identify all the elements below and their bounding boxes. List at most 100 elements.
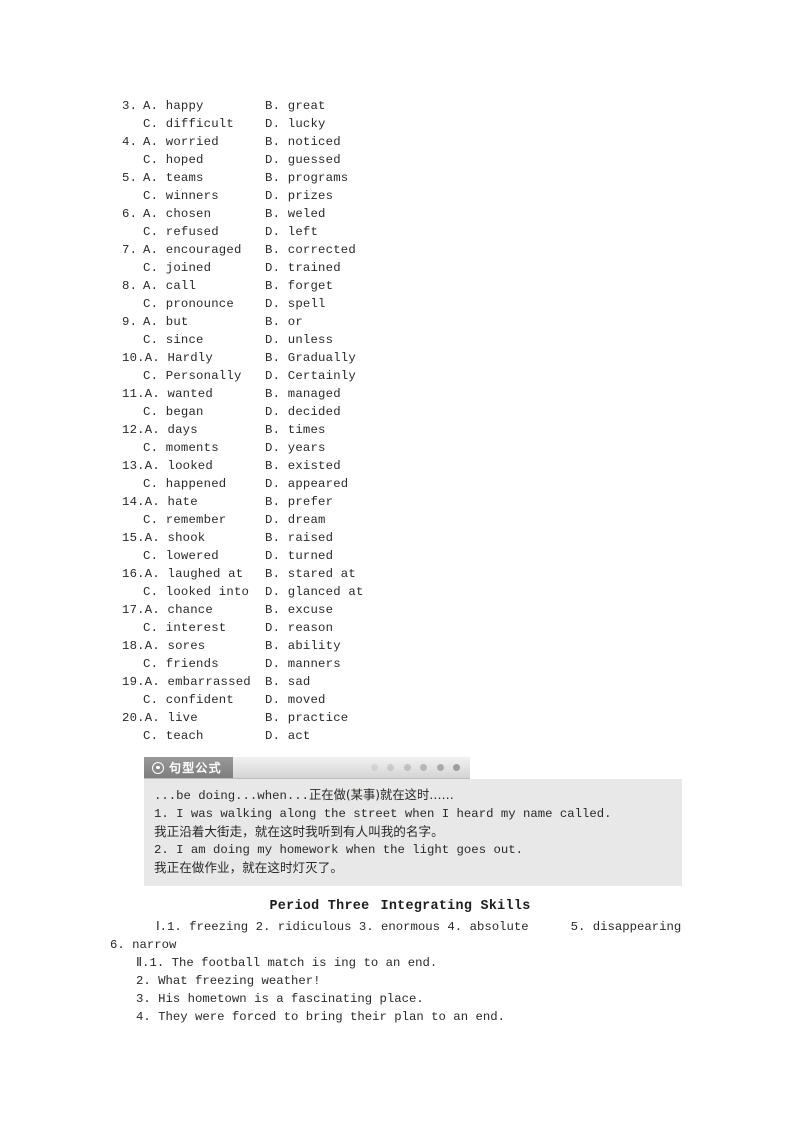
mc-option-b: B. corrected [265, 243, 356, 257]
mc-option-d: D. dream [265, 513, 326, 527]
mc-item-row-ab: 15.A. shook B. raised [122, 529, 682, 547]
mc-option-c: C. winners [122, 187, 265, 205]
mc-option-a-label: A. Hardly [144, 351, 213, 365]
mc-option-a: 3. A. happy [122, 97, 265, 115]
mc-option-c-label: C. friends [143, 657, 219, 671]
section-1-answers-main: 1. freezing 2. ridiculous 3. enormous 4.… [167, 920, 529, 934]
mc-option-c: C. confident [122, 691, 265, 709]
mc-option-a-label: A. teams [143, 171, 204, 185]
section-1-roman: Ⅰ. [156, 920, 168, 934]
mc-option-a-label: A. sores [144, 639, 206, 653]
mc-option-a-label: A. worried [143, 135, 219, 149]
mc-option-a-label: A. encouraged [143, 243, 242, 257]
mc-item-row-ab: 9. A. but B. or [122, 313, 682, 331]
mc-option-a-label: A. chance [144, 603, 213, 617]
mc-option-d: D. trained [265, 261, 341, 275]
mc-item-row-ab: 7. A. encouraged B. corrected [122, 241, 682, 259]
mc-option-b: B. times [265, 423, 326, 437]
mc-option-a-label: A. embarrassed [144, 675, 251, 689]
mc-option-d: D. moved [265, 693, 326, 707]
mc-item-row-cd: C. happened D. appeared [122, 475, 682, 493]
mc-option-c-label: C. difficult [143, 117, 234, 131]
mc-item-row-cd: C. refused D. left [122, 223, 682, 241]
mc-option-d: D. appeared [265, 477, 349, 491]
mc-option-c: C. teach [122, 727, 265, 745]
mc-item-number: 11. [122, 387, 145, 401]
section-1-line-2: 6. narrow [110, 938, 177, 952]
mc-item-row-ab: 18.A. sores B. ability [122, 637, 682, 655]
mc-option-c: C. moments [122, 439, 265, 457]
mc-option-d: D. years [265, 441, 326, 455]
mc-item-number: 13. [122, 459, 145, 473]
mc-option-a: 14.A. hate [122, 493, 265, 511]
mc-item-row-ab: 20.A. live B. practice [122, 709, 682, 727]
mc-option-c-label: C. hoped [143, 153, 204, 167]
mc-item-row-cd: C. moments D. years [122, 439, 682, 457]
callout-body: ...be doing...when...正在做(某事)就在这时…… 1. I … [144, 779, 682, 886]
mc-option-c: C. since [122, 331, 265, 349]
mc-item-number: 3. [122, 99, 138, 113]
mc-option-d: D. glanced at [265, 585, 364, 599]
mc-item-number: 9. [122, 315, 138, 329]
mc-option-c-label: C. lowered [143, 549, 219, 563]
mc-option-d: D. prizes [265, 189, 334, 203]
mc-option-a: 18.A. sores [122, 637, 265, 655]
mc-option-c-label: C. since [143, 333, 204, 347]
mc-option-a: 15.A. shook [122, 529, 265, 547]
mc-item-row-cd: C. pronounce D. spell [122, 295, 682, 313]
mc-option-c-label: C. winners [143, 189, 219, 203]
mc-item-number: 20. [122, 711, 145, 725]
mc-option-c: C. interest [122, 619, 265, 637]
mc-option-c-label: C. looked into [143, 585, 250, 599]
mc-option-b: B. Gradually [265, 351, 356, 365]
mc-item-row-cd: C. joined D. trained [122, 259, 682, 277]
period-heading-left: Period Three [269, 899, 370, 914]
mc-option-a: 16.A. laughed at [122, 565, 265, 583]
mc-option-c-label: C. began [143, 405, 204, 419]
mc-item-number: 7. [122, 243, 138, 257]
mc-item-number: 19. [122, 675, 145, 689]
mc-option-c: C. difficult [122, 115, 265, 133]
callout-title-tab: 句型公式 [144, 757, 233, 778]
mc-option-d: D. turned [265, 549, 334, 563]
mc-item-row-cd: C. hoped D. guessed [122, 151, 682, 169]
mc-option-c: C. lowered [122, 547, 265, 565]
mc-item-number: 12. [122, 423, 145, 437]
mc-option-d: D. act [265, 729, 311, 743]
mc-item-row-ab: 5. A. teams B. programs [122, 169, 682, 187]
callout-formula-line: ...be doing...when...正在做(某事)就在这时…… [154, 786, 672, 805]
section-2-line-1: Ⅱ.1. The football match is ing to an end… [110, 954, 800, 972]
mc-item-row-cd: C. since D. unless [122, 331, 682, 349]
mc-item-row-cd: C. friends D. manners [122, 655, 682, 673]
mc-option-d: D. guessed [265, 153, 341, 167]
mc-item-row-ab: 14.A. hate B. prefer [122, 493, 682, 511]
dot-icon [370, 764, 378, 771]
mc-item-number: 18. [122, 639, 145, 653]
mc-item-row-cd: C. Personally D. Certainly [122, 367, 682, 385]
mc-option-a: 8. A. call [122, 277, 265, 295]
mc-option-a: 20.A. live [122, 709, 265, 727]
mc-item-number: 17. [122, 603, 145, 617]
callout-example-1-en: 1. I was walking along the street when I… [154, 807, 612, 821]
section-2-line-2: 2. What freezing weather! [136, 974, 321, 988]
mc-option-b: B. raised [265, 531, 334, 545]
mc-option-c: C. friends [122, 655, 265, 673]
mc-option-a: 11.A. wanted [122, 385, 265, 403]
mc-item-row-ab: 13.A. looked B. existed [122, 457, 682, 475]
mc-item-row-ab: 4. A. worried B. noticed [122, 133, 682, 151]
mc-option-a-label: A. wanted [144, 387, 213, 401]
mc-option-c-label: C. pronounce [143, 297, 234, 311]
callout-title-label: 句型公式 [169, 760, 222, 775]
dot-icon [436, 764, 444, 771]
section-2-roman: Ⅱ. [136, 956, 150, 970]
mc-item-row-cd: C. teach D. act [122, 727, 682, 745]
dot-icon [387, 764, 394, 771]
section-1-answers: Ⅰ.1. freezing 2. ridiculous 3. enormous … [110, 918, 800, 954]
mc-option-b: B. excuse [265, 603, 334, 617]
mc-option-a-label: A. shook [144, 531, 206, 545]
mc-option-b: B. forget [265, 279, 334, 293]
mc-option-a: 19.A. embarrassed [122, 673, 265, 691]
mc-option-d: D. manners [265, 657, 341, 671]
mc-option-b: B. or [265, 315, 303, 329]
mc-option-b: B. practice [265, 711, 349, 725]
